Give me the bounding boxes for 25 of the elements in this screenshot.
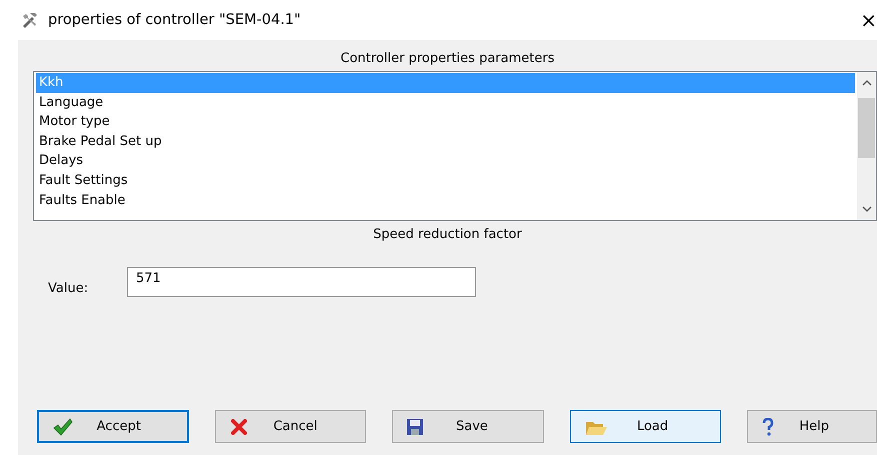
list-item[interactable]: Delays (36, 151, 855, 171)
tools-icon (20, 11, 40, 29)
scrollbar[interactable] (857, 72, 876, 220)
cross-icon (230, 418, 248, 436)
dialog-button[interactable]: Accept (37, 410, 189, 443)
close-button[interactable]: × (850, 8, 877, 32)
list-heading: Controller properties parameters (340, 50, 556, 68)
scroll-down-icon[interactable] (862, 206, 872, 212)
question-mark-icon (762, 418, 774, 436)
parameter-heading: Speed reduction factor (372, 226, 523, 244)
dialog-button[interactable]: Save (392, 410, 544, 443)
list-item[interactable]: Faults Enable (36, 190, 855, 210)
value-label: Value: (48, 280, 90, 296)
scroll-thumb[interactable] (858, 98, 875, 158)
dialog-button[interactable]: Load (570, 410, 722, 443)
list-item[interactable]: Fault Settings (36, 170, 855, 191)
list-item[interactable]: Language (36, 92, 855, 112)
scroll-up-icon[interactable] (862, 80, 872, 86)
checkmark-icon (53, 418, 73, 436)
dialog-button[interactable]: Help (747, 410, 877, 443)
value-field[interactable]: 571 (127, 267, 476, 297)
list-item[interactable]: Motor type (36, 112, 855, 132)
dialog-button[interactable]: Cancel (214, 410, 366, 443)
list-item[interactable]: Brake Pedal Set up (36, 132, 855, 152)
window-title: properties of controller "SEM-04.1" (48, 12, 302, 28)
